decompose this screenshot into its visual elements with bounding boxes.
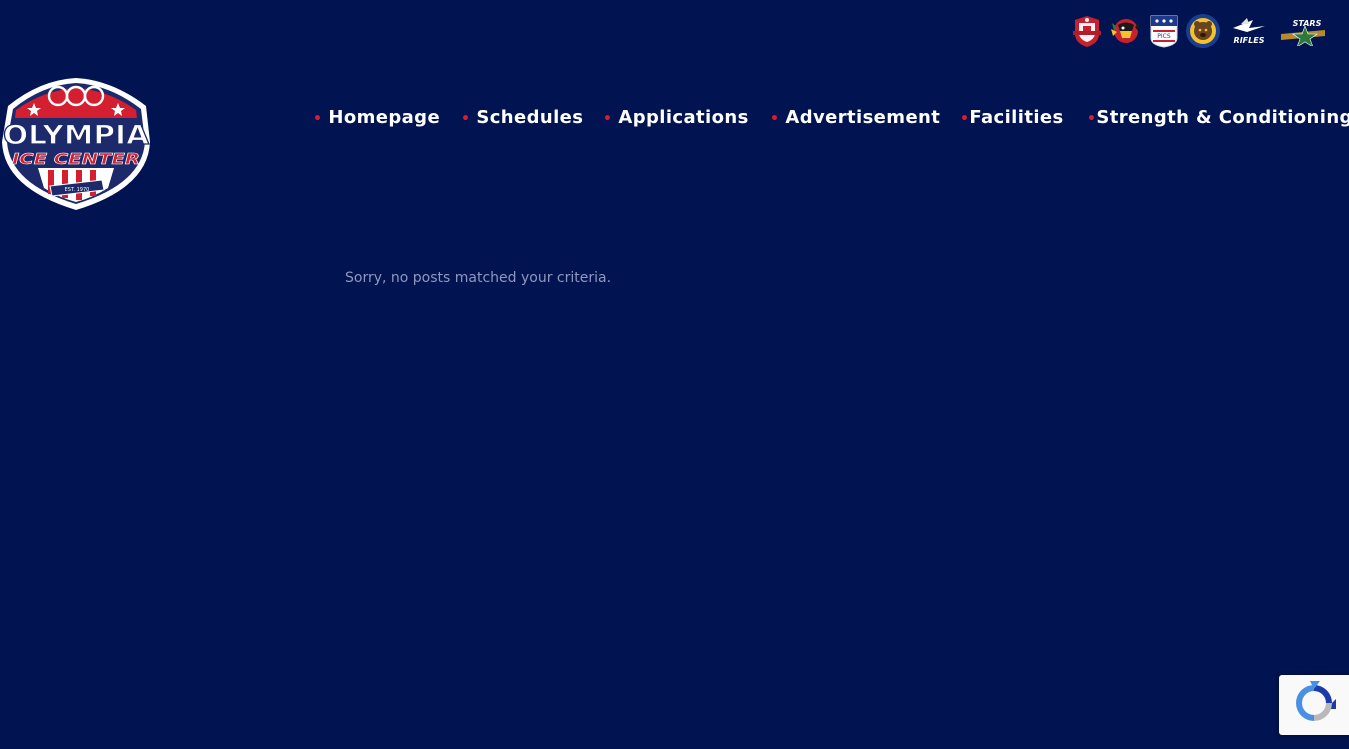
recaptcha-badge[interactable] [1279, 675, 1349, 735]
recaptcha-icon [1296, 681, 1336, 721]
pics-text: PICS [1157, 33, 1171, 40]
main-nav: • Homepage • Schedules • Applications • Adve… [0, 105, 1349, 131]
no-posts-message: Sorry, no posts matched your criteria. [345, 270, 612, 286]
rifles-text: RIFLES [1234, 36, 1265, 45]
nav-item-label: Applications [618, 107, 749, 128]
blackhawks-head-icon[interactable] [1109, 15, 1143, 47]
nav-bullet: • [1087, 111, 1097, 127]
nav-item-strength-conditioning[interactable]: •Strength & Conditioning [1087, 105, 1349, 132]
logo-established: EST. 1970 [65, 187, 90, 193]
nav-item-label: Homepage [328, 107, 441, 128]
team-logos-bar: PICS RIFLES STARS [1071, 11, 1329, 51]
stars-text: STARS [1293, 19, 1322, 28]
page: PICS RIFLES STARS EST. 1970 OLYMPIA ICE … [0, 0, 1349, 749]
nav-item-advertisement[interactable]: • Advertisement [770, 105, 940, 132]
nav-item-label: Strength & Conditioning [1096, 107, 1349, 128]
nav-item-label: Advertisement [785, 107, 941, 128]
bear-medallion-icon[interactable] [1185, 13, 1221, 49]
logo-subtitle: ICE CENTER [12, 150, 140, 168]
site-logo[interactable]: EST. 1970 OLYMPIA ICE CENTER [0, 76, 152, 212]
nav-item-label: Facilities [969, 107, 1064, 128]
club-crest-red-icon[interactable] [1071, 14, 1103, 48]
nav-bullet: • [313, 111, 323, 127]
nav-bullet: • [603, 111, 613, 127]
nav-item-applications[interactable]: • Applications [603, 105, 749, 132]
nav-bullet: • [461, 111, 471, 127]
nav-item-homepage[interactable]: • Homepage [313, 105, 440, 132]
nav-bullet: • [770, 111, 780, 127]
nav-item-facilities[interactable]: •Facilities [960, 105, 1064, 132]
rifles-jet-icon[interactable]: RIFLES [1227, 16, 1271, 46]
nav-bullet: • [960, 111, 970, 127]
nav-item-schedules[interactable]: • Schedules [461, 105, 583, 132]
pics-shield-icon[interactable]: PICS [1149, 14, 1179, 48]
stars-star-icon[interactable]: STARS [1277, 16, 1329, 46]
nav-item-label: Schedules [476, 107, 584, 128]
